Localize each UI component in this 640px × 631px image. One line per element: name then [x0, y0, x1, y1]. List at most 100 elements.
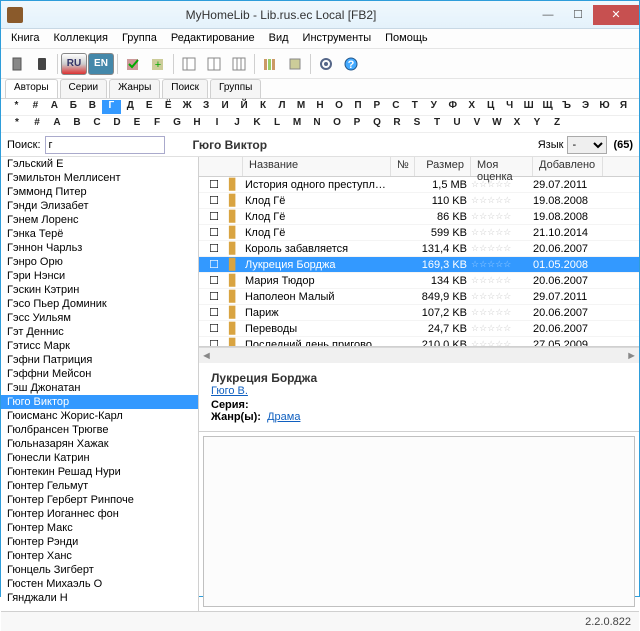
row-rating[interactable]: ☆☆☆☆☆: [471, 307, 533, 318]
tab-серии[interactable]: Серии: [60, 79, 108, 98]
author-item[interactable]: Гюстен Михаэль О: [1, 577, 198, 591]
author-item[interactable]: Гэмильтон Меллисент: [1, 171, 198, 185]
alpha-B[interactable]: B: [67, 117, 87, 131]
alpha-Ё[interactable]: Ё: [159, 100, 178, 114]
alpha-Б[interactable]: Б: [64, 100, 83, 114]
book-row[interactable]: ☐▊Мария Тюдор134 KB☆☆☆☆☆20.06.2007: [199, 273, 639, 289]
menu-редактирование[interactable]: Редактирование: [165, 31, 261, 46]
row-rating[interactable]: ☆☆☆☆☆: [471, 211, 533, 222]
author-item[interactable]: Гюльназарян Хажак: [1, 437, 198, 451]
alpha-Ф[interactable]: Ф: [443, 100, 462, 114]
row-checkbox[interactable]: ☐: [199, 338, 229, 347]
alpha-М[interactable]: М: [292, 100, 311, 114]
alpha-Е[interactable]: Е: [140, 100, 159, 114]
alpha-А[interactable]: А: [45, 100, 64, 114]
menu-книга[interactable]: Книга: [5, 31, 46, 46]
row-checkbox[interactable]: ☐: [199, 178, 229, 191]
row-checkbox[interactable]: ☐: [199, 194, 229, 207]
col-title[interactable]: Название: [243, 157, 391, 176]
author-item[interactable]: Гюнтер Герберт Ринпоче: [1, 493, 198, 507]
author-item[interactable]: Гянджали Н: [1, 591, 198, 605]
author-item[interactable]: Гэфни Патриция: [1, 353, 198, 367]
author-item[interactable]: Гэри Нэнси: [1, 269, 198, 283]
alpha-Я[interactable]: Я: [614, 100, 633, 114]
alpha-Т[interactable]: Т: [405, 100, 424, 114]
export-book-button[interactable]: [5, 52, 29, 76]
col-no[interactable]: №: [391, 157, 415, 176]
alpha-З[interactable]: З: [197, 100, 216, 114]
author-item[interactable]: Гэнем Лоренс: [1, 213, 198, 227]
author-item[interactable]: Гюнтер Ханс: [1, 549, 198, 563]
alpha-И[interactable]: И: [216, 100, 235, 114]
author-item[interactable]: Гэш Джонатан: [1, 381, 198, 395]
row-checkbox[interactable]: ☐: [199, 290, 229, 303]
book-row[interactable]: ☐▊История одного преступле…1,5 MB☆☆☆☆☆29…: [199, 177, 639, 193]
description-box[interactable]: [203, 436, 635, 607]
author-item[interactable]: Гюнтер Макс: [1, 521, 198, 535]
book-row[interactable]: ☐▊Лукреция Борджа169,3 KB☆☆☆☆☆01.05.2008: [199, 257, 639, 273]
tab-жанры[interactable]: Жанры: [109, 79, 160, 98]
row-rating[interactable]: ☆☆☆☆☆: [471, 275, 533, 286]
alpha-*[interactable]: *: [7, 100, 26, 114]
help-button[interactable]: ?: [339, 52, 363, 76]
tab-группы[interactable]: Группы: [210, 79, 261, 98]
author-item[interactable]: Гэффни Мейсон: [1, 367, 198, 381]
alpha-Ш[interactable]: Ш: [519, 100, 538, 114]
menu-инструменты[interactable]: Инструменты: [297, 31, 378, 46]
columns1-button[interactable]: [177, 52, 201, 76]
device-button[interactable]: [30, 52, 54, 76]
row-rating[interactable]: ☆☆☆☆☆: [471, 243, 533, 254]
alpha-L[interactable]: L: [267, 117, 287, 131]
alpha-Г[interactable]: Г: [102, 100, 121, 114]
mark-read-button[interactable]: [121, 52, 145, 76]
book-grid[interactable]: ☐▊История одного преступле…1,5 MB☆☆☆☆☆29…: [199, 177, 639, 347]
alpha-Q[interactable]: Q: [367, 117, 387, 131]
alpha-Й[interactable]: Й: [235, 100, 254, 114]
book-row[interactable]: ☐▊Король забавляется131,4 KB☆☆☆☆☆20.06.2…: [199, 241, 639, 257]
alpha-В[interactable]: В: [83, 100, 102, 114]
refresh-button[interactable]: [283, 52, 307, 76]
author-item[interactable]: Гюнтекин Решад Нури: [1, 465, 198, 479]
row-checkbox[interactable]: ☐: [199, 258, 229, 271]
library-button[interactable]: [258, 52, 282, 76]
alpha-*[interactable]: *: [7, 117, 27, 131]
author-item[interactable]: Гюнцель Зигберт: [1, 563, 198, 577]
alpha-O[interactable]: O: [327, 117, 347, 131]
alpha-X[interactable]: X: [507, 117, 527, 131]
tab-поиск[interactable]: Поиск: [162, 79, 208, 98]
row-checkbox[interactable]: ☐: [199, 210, 229, 223]
author-item[interactable]: Гэсо Пьер Доминик: [1, 297, 198, 311]
alpha-S[interactable]: S: [407, 117, 427, 131]
detail-author-link[interactable]: Гюго В.: [211, 385, 248, 397]
columns3-button[interactable]: [227, 52, 251, 76]
lang-filter-select[interactable]: -: [567, 136, 607, 154]
alpha-#[interactable]: #: [27, 117, 47, 131]
alpha-С[interactable]: С: [386, 100, 405, 114]
book-row[interactable]: ☐▊Париж107,2 KB☆☆☆☆☆20.06.2007: [199, 305, 639, 321]
row-rating[interactable]: ☆☆☆☆☆: [471, 227, 533, 238]
alpha-Щ[interactable]: Щ: [538, 100, 557, 114]
menu-вид[interactable]: Вид: [263, 31, 295, 46]
author-item[interactable]: Гюнтер Иоганнес фон: [1, 507, 198, 521]
alpha-R[interactable]: R: [387, 117, 407, 131]
alpha-Ъ[interactable]: Ъ: [557, 100, 576, 114]
alpha-J[interactable]: J: [227, 117, 247, 131]
row-checkbox[interactable]: ☐: [199, 226, 229, 239]
row-checkbox[interactable]: ☐: [199, 322, 229, 335]
alpha-Д[interactable]: Д: [121, 100, 140, 114]
col-date[interactable]: Добавлено: [533, 157, 603, 176]
alpha-D[interactable]: D: [107, 117, 127, 131]
alpha-Х[interactable]: Х: [462, 100, 481, 114]
alpha-Э[interactable]: Э: [576, 100, 595, 114]
alpha-M[interactable]: M: [287, 117, 307, 131]
alpha-О[interactable]: О: [329, 100, 348, 114]
minimize-button[interactable]: —: [533, 5, 563, 25]
author-item[interactable]: Гюнтер Гельмут: [1, 479, 198, 493]
alpha-Р[interactable]: Р: [367, 100, 386, 114]
alpha-U[interactable]: U: [447, 117, 467, 131]
book-row[interactable]: ☐▊Клод Гё110 KB☆☆☆☆☆19.08.2008: [199, 193, 639, 209]
grid-hscroll[interactable]: ◄►: [199, 347, 639, 363]
book-row[interactable]: ☐▊Клод Гё599 KB☆☆☆☆☆21.10.2014: [199, 225, 639, 241]
search-input[interactable]: [45, 136, 165, 154]
alpha-T[interactable]: T: [427, 117, 447, 131]
